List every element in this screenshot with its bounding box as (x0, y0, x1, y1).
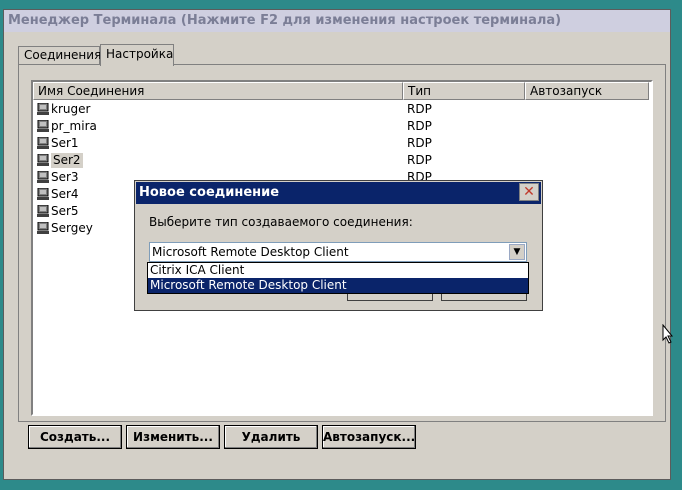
dialog-title: Новое соединение (136, 182, 541, 204)
column-autostart[interactable]: Автозапуск (525, 82, 649, 100)
window-title: Менеджер Терминала (Нажмите F2 для измен… (4, 10, 670, 32)
close-icon[interactable]: ✕ (519, 183, 539, 201)
computer-icon (37, 171, 49, 183)
connection-name: Ser4 (51, 187, 79, 201)
connection-type: RDP (407, 102, 432, 116)
computer-icon (37, 120, 49, 132)
option-rdp[interactable]: Microsoft Remote Desktop Client (148, 278, 528, 293)
column-name[interactable]: Имя Соединения (33, 82, 403, 100)
computer-icon (37, 222, 49, 234)
connection-name: kruger (51, 102, 91, 116)
connection-name: Sergey (51, 221, 93, 235)
connection-type-label: Выберите тип создаваемого соединения: (149, 215, 413, 229)
list-item[interactable]: pr_mira RDP (33, 118, 649, 135)
selected-value: Microsoft Remote Desktop Client (152, 245, 349, 259)
connection-name: Ser2 (51, 153, 83, 168)
edit-button[interactable]: Изменить... (126, 425, 220, 449)
list-item[interactable]: Ser2 RDP (33, 152, 649, 169)
connection-type: RDP (407, 119, 432, 133)
computer-icon (37, 154, 49, 166)
tab-connections[interactable]: Соединения (18, 46, 101, 65)
autostart-button[interactable]: Автозапуск... (322, 425, 416, 449)
delete-button[interactable]: Удалить (224, 425, 318, 449)
computer-icon (37, 103, 49, 115)
connection-type: RDP (407, 153, 432, 167)
chevron-down-icon[interactable]: ▼ (509, 244, 525, 260)
computer-icon (37, 188, 49, 200)
mouse-cursor-icon (662, 324, 674, 344)
connection-name: Ser5 (51, 204, 79, 218)
list-item[interactable]: kruger RDP (33, 101, 649, 118)
connection-type-select[interactable]: Microsoft Remote Desktop Client ▼ (149, 242, 527, 262)
connection-name: pr_mira (51, 119, 97, 133)
list-item[interactable]: Ser1 RDP (33, 135, 649, 152)
column-type[interactable]: Тип (403, 82, 525, 100)
connection-type-dropdown: Citrix ICA Client Microsoft Remote Deskt… (147, 262, 529, 294)
computer-icon (37, 205, 49, 217)
tab-settings[interactable]: Настройка (100, 44, 174, 66)
connection-name: Ser1 (51, 136, 79, 150)
connection-type: RDP (407, 136, 432, 150)
connection-name: Ser3 (51, 170, 79, 184)
option-citrix[interactable]: Citrix ICA Client (148, 263, 528, 278)
list-header: Имя Соединения Тип Автозапуск (33, 82, 649, 100)
create-button[interactable]: Создать... (28, 425, 122, 449)
computer-icon (37, 137, 49, 149)
